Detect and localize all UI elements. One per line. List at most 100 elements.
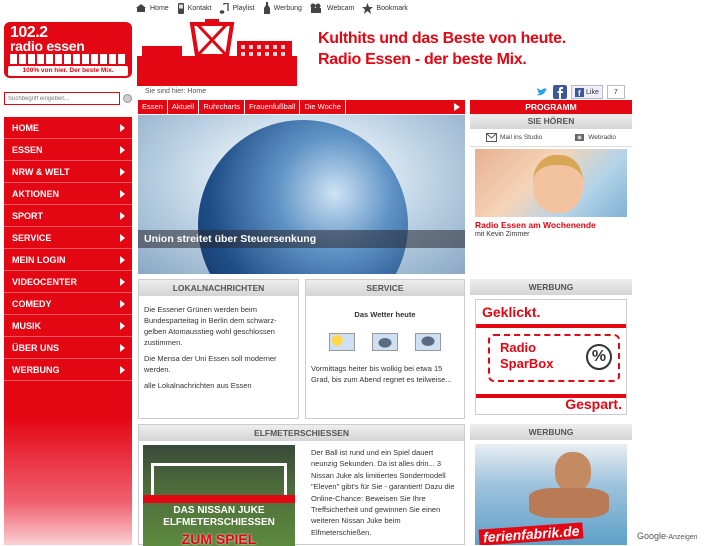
svg-text:f: f (578, 89, 581, 97)
nav-videocenter[interactable]: VIDEOCENTER (4, 271, 132, 293)
service-panel: SERVICE Das Wetter heute Vormittags heit… (305, 279, 465, 419)
sparbox-ad[interactable]: Geklickt. Radio SparBox % Gespart. (475, 299, 627, 415)
google-ads-text: -Anzeigen (666, 534, 698, 541)
topnav-home[interactable]: Home (135, 3, 169, 13)
weather-title[interactable]: Das Wetter heute (306, 310, 464, 319)
mail-studio-link[interactable]: Mail ins Studio (486, 133, 542, 142)
arrow-right-icon (120, 233, 125, 242)
hero-teaser[interactable]: Union streitet über Steuersenkung (138, 115, 465, 274)
topnav-label: Playlist (232, 4, 255, 12)
like-count: 7 (606, 85, 625, 99)
nav-comedy[interactable]: COMEDY (4, 293, 132, 315)
werbung-header: WERBUNG (470, 279, 632, 295)
topnav-label: Bookmark (376, 4, 408, 12)
nav-label: VIDEOCENTER (12, 276, 78, 287)
lokalnachrichten-header: LOKALNACHRICHTEN (139, 280, 298, 296)
nav-label: ÜBER UNS (12, 342, 60, 353)
werbung-panel-1: WERBUNG Geklickt. Radio SparBox % Gespar… (470, 279, 632, 419)
arrow-right-icon (120, 123, 125, 132)
nav-werbung[interactable]: WERBUNG (4, 359, 132, 381)
next-tab-arrow-icon[interactable] (454, 103, 460, 111)
arrow-right-icon (120, 365, 125, 374)
nav-essen[interactable]: ESSEN (4, 139, 132, 161)
arrow-right-icon (120, 321, 125, 330)
sun-cloud-icon (328, 333, 355, 351)
ad-brand: ferienfabrik.de (478, 522, 584, 545)
arrow-right-icon (120, 189, 125, 198)
topnav-bookmark[interactable]: Bookmark (362, 2, 408, 14)
nav-musik[interactable]: MUSIK (4, 315, 132, 337)
site-logo[interactable]: 102.2 radio essen 100% von hier. Der bes… (4, 22, 132, 78)
show-host: mit Kevin Zimmer (475, 231, 530, 238)
weather-icons (306, 333, 464, 351)
werbung-header: WERBUNG (470, 424, 632, 440)
lokalnachrichten-panel: LOKALNACHRICHTEN Die Essener Grünen werd… (138, 279, 299, 419)
tab-ruhrcharts[interactable]: Ruhrcharts (199, 100, 246, 114)
nav-mein-login[interactable]: MEIN LOGIN (4, 249, 132, 271)
facebook-icon: f (575, 87, 584, 97)
webcam-icon (310, 3, 321, 13)
ferienfabrik-ad[interactable]: ferienfabrik.de (475, 444, 627, 545)
arrow-right-icon (120, 145, 125, 154)
elfmeter-image[interactable]: DAS NISSAN JUKE ELFMETERSCHIESSEN ZUM SP… (143, 445, 295, 546)
google-logo: Google (637, 531, 667, 541)
nav-service[interactable]: SERVICE (4, 227, 132, 249)
logo-tagline: 100% von hier. Der beste Mix. (8, 66, 128, 76)
zollverein-tower-illustration (137, 16, 297, 86)
phone-icon (177, 2, 184, 14)
service-header: SERVICE (306, 280, 464, 296)
ad-geklickt: Geklickt. (482, 304, 541, 320)
search-button[interactable] (123, 94, 132, 103)
elfmeter-img-line1: DAS NISSAN JUKE (173, 505, 265, 516)
like-label: Like (586, 88, 599, 96)
nav-label: MEIN LOGIN (12, 254, 66, 265)
nav-aktionen[interactable]: AKTIONEN (4, 183, 132, 205)
nav-sport[interactable]: SPORT (4, 205, 132, 227)
elfmeter-img-line3: ZUM SPIEL (181, 531, 257, 546)
hero-caption[interactable]: Union streitet über Steuersenkung (138, 230, 465, 248)
tab-die-woche[interactable]: Die Woche (300, 100, 346, 114)
lokal-news-1[interactable]: Die Essener Grünen werden beim Bundespar… (144, 304, 293, 348)
nav-label: MUSIK (12, 320, 41, 331)
topnav-playlist[interactable]: Playlist (219, 2, 255, 14)
topnav-kontakt[interactable]: Kontakt (177, 2, 212, 14)
tab-essen[interactable]: Essen (138, 100, 168, 114)
ad-percent: % (586, 344, 612, 370)
ad-sparbox: SparBox (500, 356, 554, 371)
nav-label: NRW & WELT (12, 166, 70, 177)
tab-frauenfussball[interactable]: Frauenfußball (245, 100, 301, 114)
nav-label: ESSEN (12, 144, 43, 155)
topnav-label: Kontakt (187, 4, 212, 12)
nav-ueber-uns[interactable]: ÜBER UNS (4, 337, 132, 359)
webradio-link[interactable]: Webradio (574, 133, 616, 142)
elfmeter-img-line2: ELFMETERSCHIESSEN (163, 517, 275, 528)
bottle-icon (263, 2, 270, 14)
topnav-werbung[interactable]: Werbung (263, 2, 302, 14)
nav-nrw-welt[interactable]: NRW & WELT (4, 161, 132, 183)
elfmeter-header: ELFMETERSCHIESSEN (139, 425, 464, 441)
arrow-right-icon (120, 343, 125, 352)
werbung-panel-2: WERBUNG ferienfabrik.de (470, 424, 632, 545)
webradio-label: Webradio (588, 134, 616, 141)
bookmark-icon (362, 2, 374, 14)
facebook-icon[interactable] (553, 85, 567, 99)
google-ads-label[interactable]: Google-Anzeigen (637, 531, 698, 541)
tab-aktuell[interactable]: Aktuell (168, 100, 200, 114)
show-title[interactable]: Radio Essen am Wochenende (470, 217, 632, 230)
nav-label: SPORT (12, 210, 44, 221)
search-input[interactable] (4, 92, 120, 105)
programm-header[interactable]: PROGRAMM (470, 100, 632, 114)
lokal-all-link[interactable]: alle Lokalnachrichten aus Essen (144, 380, 293, 391)
facebook-like-button[interactable]: f Like (571, 85, 603, 99)
mail-label: Mail ins Studio (500, 134, 543, 141)
topnav-webcam[interactable]: Webcam (310, 3, 354, 13)
music-note-icon (220, 2, 230, 14)
home-icon (136, 4, 146, 12)
host-photo (475, 149, 627, 217)
nav-home[interactable]: HOME (4, 117, 132, 139)
logo-name: radio essen (10, 38, 85, 54)
twitter-icon[interactable] (535, 85, 549, 99)
breadcrumb: Sie sind hier: Home (145, 88, 207, 95)
lokal-news-2[interactable]: Die Mensa der Uni Essen soll moderner we… (144, 353, 293, 375)
weather-text: Vormittags heiter bis wolkig bei etwa 15… (311, 364, 452, 384)
